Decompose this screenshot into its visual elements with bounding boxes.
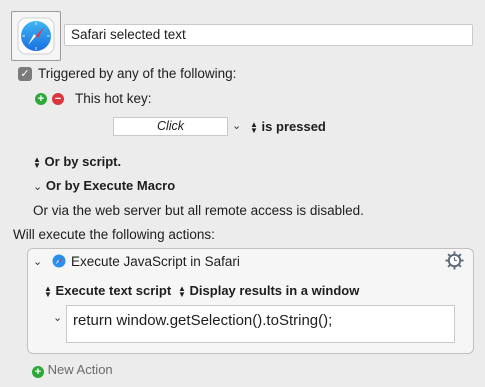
hotkey-label: This hot key: [75,91,152,106]
hotkey-dropdown-chevron-icon[interactable]: ⌄ [232,119,241,132]
remove-trigger-button[interactable]: − [52,93,64,105]
or-by-execute-macro-toggle[interactable]: ⌄ Or by Execute Macro [33,178,175,193]
execute-mode-popup[interactable]: ▲ ▼ Execute text script [44,283,171,298]
safari-compass-icon [52,254,66,268]
execute-mode-label: Execute text script [55,283,172,298]
or-by-script-popup[interactable]: ▲ ▼ Or by script. [33,154,121,169]
hotkey-condition-label: is pressed [261,119,326,134]
output-mode-popup[interactable]: ▲ ▼ Display results in a window [178,283,359,298]
action-title: Execute JavaScript in Safari [71,254,240,269]
popup-arrows-icon: ▲ ▼ [250,119,258,135]
hotkey-condition-popup[interactable]: ▲ ▼ is pressed [250,119,326,134]
popup-arrows-icon: ▲ ▼ [178,283,186,299]
plus-icon: + [32,366,44,378]
output-mode-label: Display results in a window [189,283,360,298]
script-menu-chevron-icon[interactable]: ⌄ [53,311,62,324]
new-action-label: New Action [47,362,113,377]
new-action-button[interactable]: + New Action [32,362,113,378]
popup-arrows-icon: ▲ ▼ [44,283,52,299]
or-by-script-label: Or by script. [44,154,122,169]
chevron-down-icon: ⌄ [33,181,43,193]
or-by-execute-macro-label: Or by Execute Macro [45,178,176,193]
macro-icon-well[interactable] [11,11,61,61]
actions-header: Will execute the following actions: [13,227,215,242]
popup-arrows-icon: ▲ ▼ [33,154,41,170]
safari-compass-icon [17,17,55,55]
macro-name-field[interactable]: Safari selected text [64,24,473,46]
script-text-area[interactable]: return window.getSelection().toString(); [66,305,455,343]
web-server-note: Or via the web server but all remote acc… [33,203,364,218]
action-collapse-chevron-icon[interactable]: ⌄ [33,255,42,268]
hotkey-field[interactable]: Click [113,117,228,136]
triggered-checkbox[interactable]: ✓ [18,67,32,81]
triggered-label: Triggered by any of the following: [38,66,237,81]
add-trigger-button[interactable]: + [35,93,47,105]
gear-icon[interactable] [445,251,464,270]
